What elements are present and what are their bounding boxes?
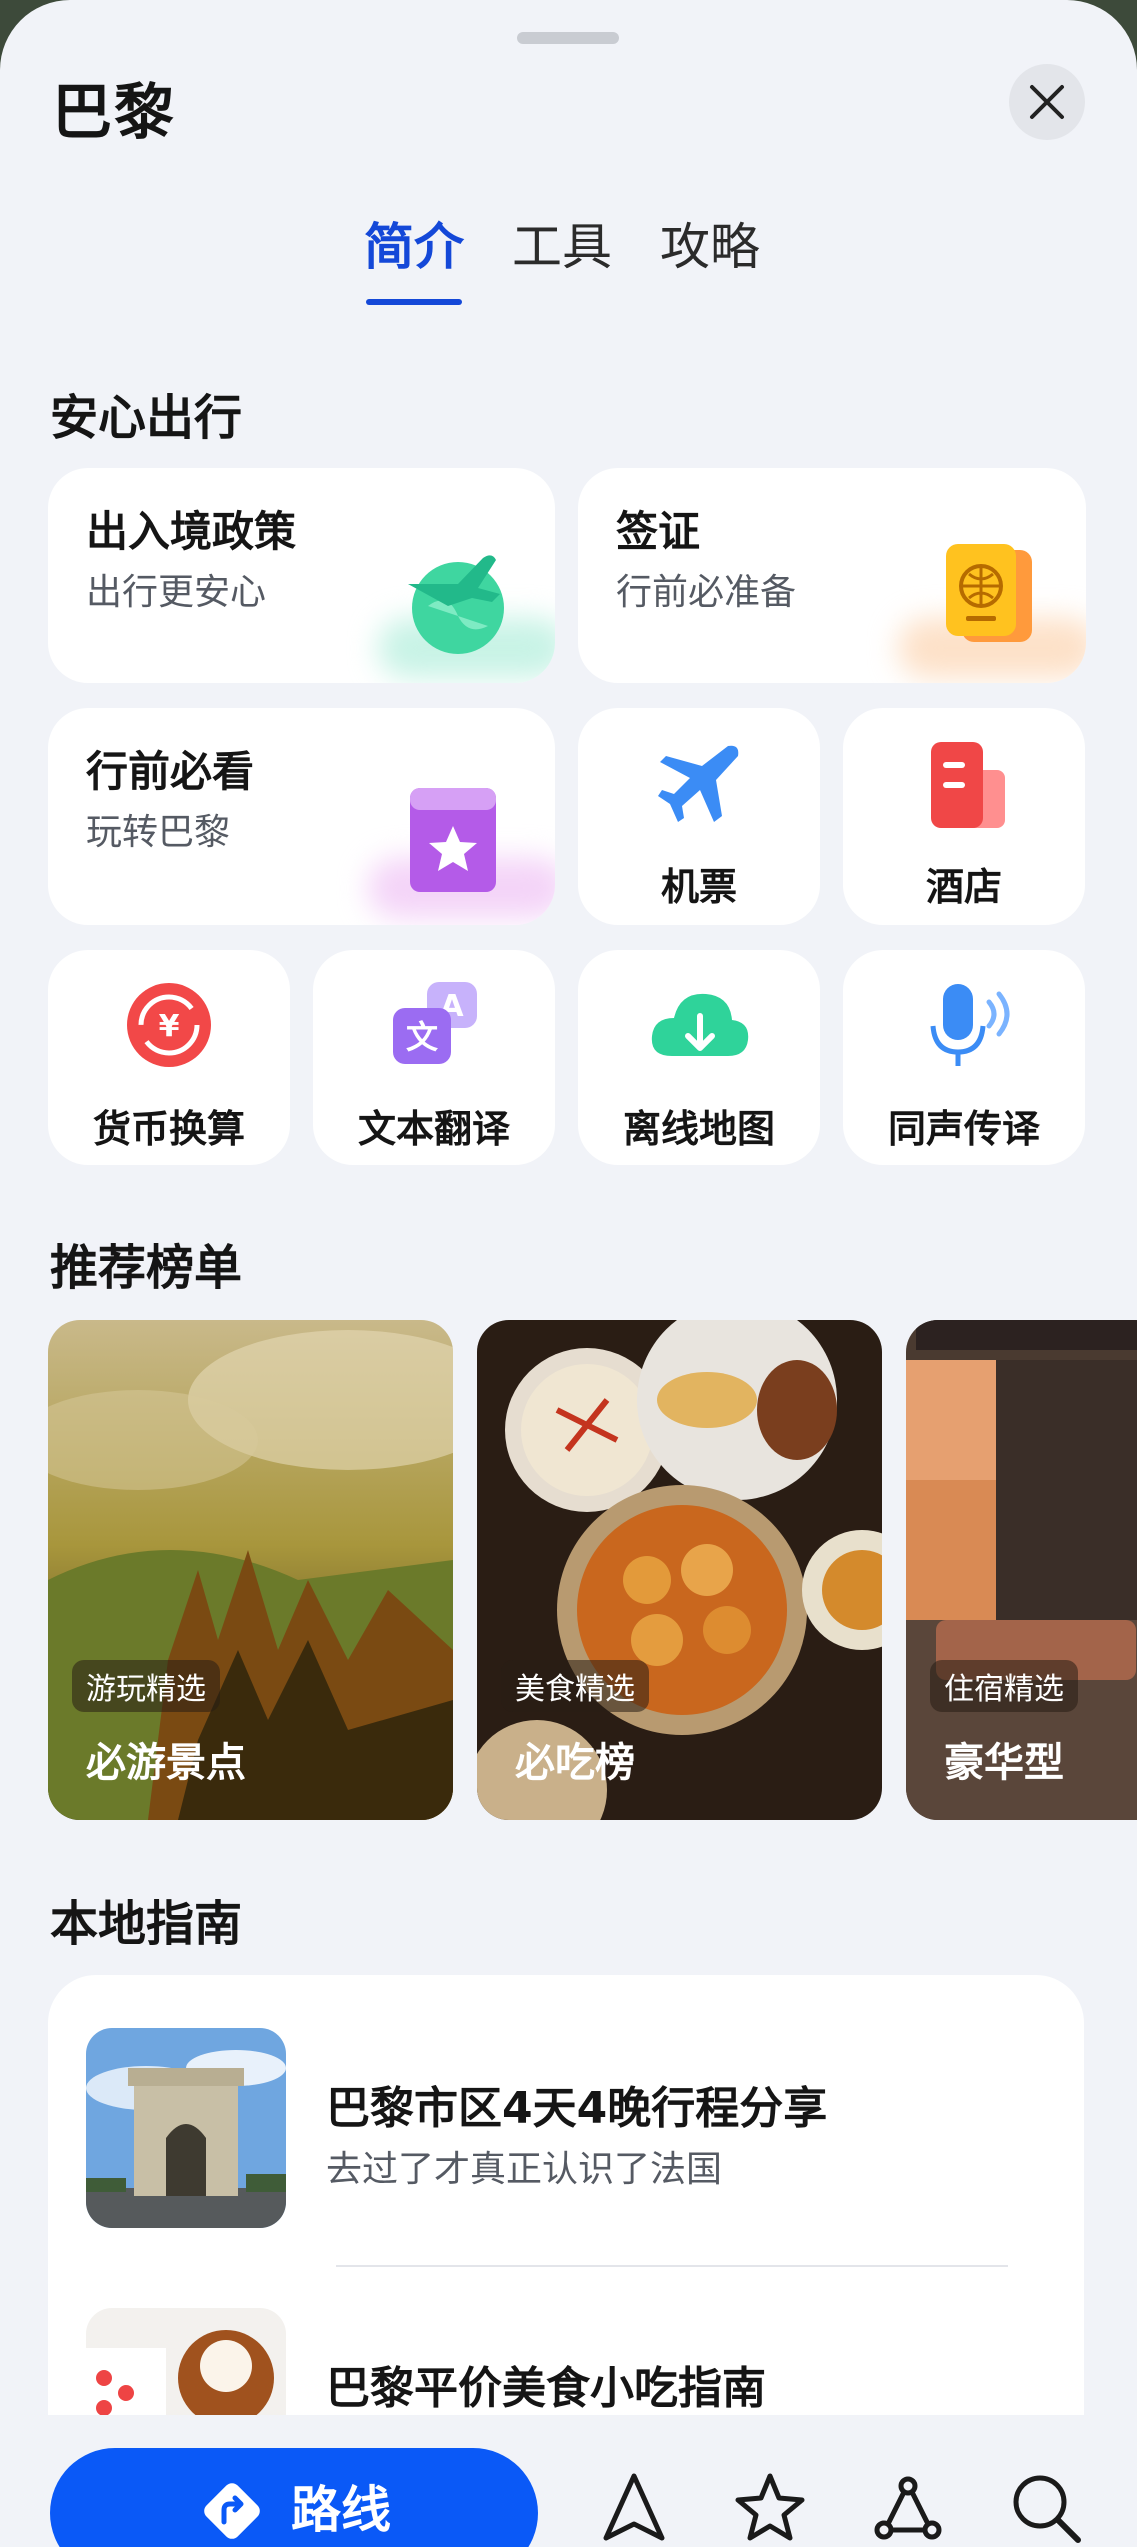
list-item[interactable]: 巴黎市区4天4晚行程分享 去过了才真正认识了法国	[48, 2028, 1084, 2228]
ranking-title: 必吃榜	[515, 1740, 635, 1786]
close-icon	[1030, 85, 1064, 119]
must-see-title: 行前必看	[86, 747, 255, 796]
visa-card[interactable]: 签证 行前必准备	[578, 468, 1086, 683]
flights-label: 机票	[660, 865, 737, 909]
cloud-download-icon	[651, 993, 749, 1056]
currency-label: 货币换算	[92, 1107, 245, 1151]
interpretation-tile[interactable]: 同声传译	[843, 950, 1085, 1165]
microphone-icon	[930, 984, 1010, 1066]
interpretation-label: 同声传译	[887, 1107, 1040, 1151]
svg-text:文: 文	[406, 1018, 438, 1056]
entry-policy-subtitle: 出行更安心	[86, 572, 267, 613]
section-title-safe-travel: 安心出行	[50, 390, 243, 446]
navigate-icon[interactable]	[596, 2470, 672, 2546]
entry-policy-title: 出入境政策	[86, 507, 297, 556]
hotel-label: 酒店	[925, 865, 1002, 909]
ranking-tag: 美食精选	[501, 1660, 649, 1712]
must-see-subtitle: 玩转巴黎	[86, 812, 231, 853]
must-see-card[interactable]: 行前必看 玩转巴黎	[48, 708, 555, 925]
translate-icon: A 文	[393, 982, 477, 1064]
svg-text:¥: ¥	[159, 1009, 180, 1044]
route-button[interactable]: 路线	[50, 2448, 538, 2547]
arc-de-triomphe-image	[86, 2028, 286, 2228]
guide-title: 巴黎平价美食小吃指南	[326, 2363, 766, 2414]
passport-icon	[946, 544, 1032, 642]
tab-intro[interactable]: 简介	[364, 215, 464, 305]
ranking-card-attractions[interactable]: 游玩精选 必游景点	[48, 1320, 453, 1820]
star-icon[interactable]	[732, 2470, 808, 2546]
visa-title: 签证	[616, 507, 701, 556]
hotel-icon	[931, 742, 1005, 828]
entry-policy-card[interactable]: 出入境政策 出行更安心	[48, 468, 555, 683]
divider	[336, 2265, 1008, 2267]
offline-map-label: 离线地图	[622, 1107, 775, 1151]
guide-thumbnail	[86, 2028, 286, 2228]
hotel-tile[interactable]: 酒店	[843, 708, 1085, 925]
airplane-icon	[658, 745, 739, 822]
offline-map-tile[interactable]: 离线地图	[578, 950, 820, 1165]
section-title-rankings: 推荐榜单	[50, 1240, 243, 1296]
plane-globe-icon	[408, 555, 504, 654]
guide-title: 巴黎市区4天4晚行程分享	[326, 2083, 828, 2134]
route-nodes-icon[interactable]	[870, 2470, 946, 2546]
tab-tools[interactable]: 工具	[512, 215, 612, 305]
page-title: 巴黎	[52, 78, 176, 148]
ranking-tag: 住宿精选	[930, 1660, 1078, 1712]
route-sign-icon	[204, 2483, 260, 2539]
route-button-label: 路线	[291, 2481, 391, 2539]
ranking-title: 豪华型	[944, 1740, 1064, 1786]
close-button[interactable]	[1009, 64, 1085, 140]
ranking-title: 必游景点	[86, 1740, 246, 1786]
place-detail-sheet: 巴黎 简介 工具 攻略 安心出行 出入境政策 出行更安心 签证 行前必准备 行前…	[0, 0, 1137, 2547]
flights-tile[interactable]: 机票	[578, 708, 820, 925]
tab-guides[interactable]: 攻略	[660, 215, 760, 305]
sheet-grabber[interactable]	[517, 32, 619, 44]
ranking-card-food[interactable]: 美食精选 必吃榜	[477, 1320, 882, 1820]
bookmark-star-icon	[410, 788, 496, 892]
ranking-tag: 游玩精选	[72, 1660, 220, 1712]
currency-tile[interactable]: ¥ 货币换算	[48, 950, 290, 1165]
guide-subtitle: 去过了才真正认识了法国	[326, 2149, 723, 2190]
currency-exchange-icon: ¥	[127, 983, 211, 1067]
visa-subtitle: 行前必准备	[616, 572, 797, 613]
search-icon[interactable]	[1008, 2470, 1084, 2546]
ranking-card-hotels[interactable]: 住宿精选 豪华型	[906, 1320, 1137, 1820]
section-title-local-guide: 本地指南	[50, 1896, 243, 1952]
translate-tile[interactable]: A 文 文本翻译	[313, 950, 555, 1165]
translate-label: 文本翻译	[357, 1107, 510, 1151]
tab-bar: 简介 工具 攻略	[364, 215, 808, 305]
